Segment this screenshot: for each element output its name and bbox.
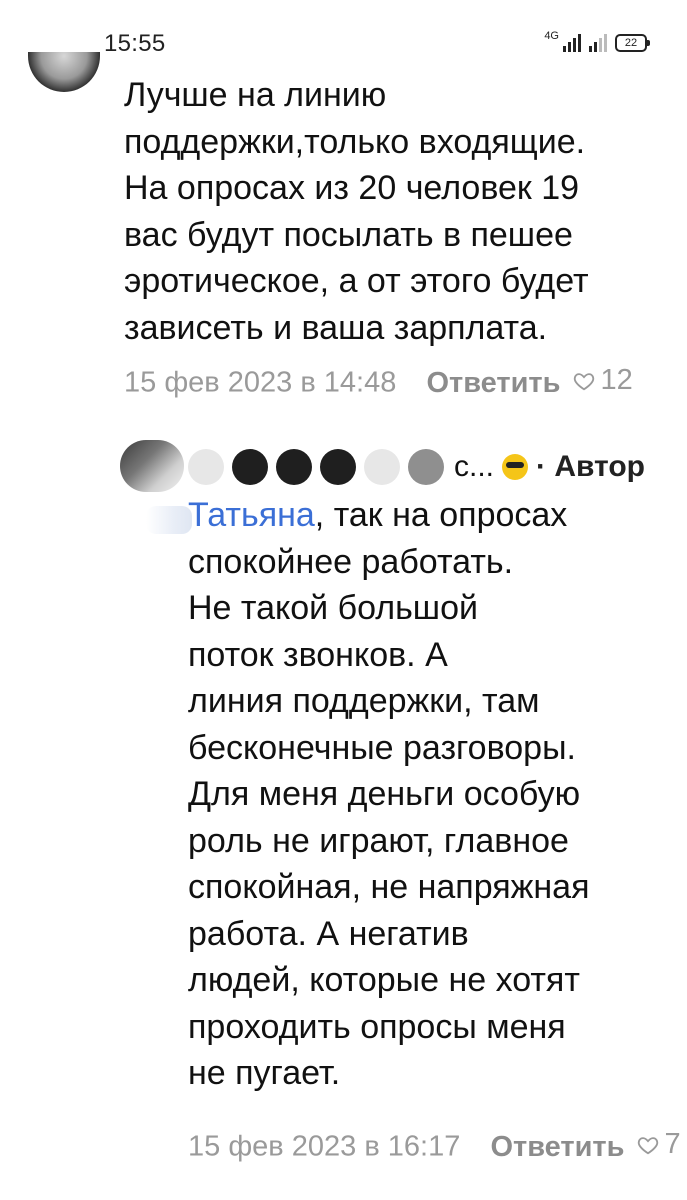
- comment-meta: 15 фев 2023 в 14:48 Ответить 12: [124, 364, 633, 400]
- battery-icon: 22: [615, 34, 650, 52]
- redacted-name-mark: [276, 449, 312, 485]
- comment-date: 15 фев 2023 в 14:48: [124, 366, 397, 399]
- comment-text: Лучше на линию поддержки,только входящие…: [124, 76, 589, 347]
- heart-icon: [637, 1136, 658, 1154]
- sunglasses-emoji-icon: [502, 454, 529, 480]
- redacted-name-mark: [232, 449, 268, 485]
- comment-date: 15 фев 2023 в 16:17: [188, 1130, 461, 1163]
- redacted-name-mark: [408, 449, 444, 485]
- redacted-name-mark: [320, 449, 356, 485]
- mention-link[interactable]: Татьяна: [188, 496, 315, 534]
- author-row: с... · Автор: [188, 442, 645, 492]
- avatar[interactable]: [28, 52, 100, 92]
- status-time: 15:55: [104, 30, 166, 57]
- status-icons: 4G 22: [544, 30, 650, 52]
- avatar[interactable]: [120, 440, 184, 492]
- redacted-name-mark: [364, 449, 400, 485]
- signal-icon-secondary: [589, 34, 607, 52]
- reply-button[interactable]: Ответить: [426, 367, 560, 399]
- like-count: 12: [600, 364, 633, 396]
- redacted-name-mark: [188, 449, 224, 485]
- author-name[interactable]: с...: [454, 450, 494, 484]
- redacted-mark: [146, 506, 192, 534]
- like-count: 7: [664, 1128, 681, 1160]
- comment-text-body: спокойнее работать. Не такой большой пот…: [188, 542, 590, 1093]
- author-badge: · Автор: [536, 450, 645, 483]
- comment-meta: 15 фев 2023 в 16:17 Ответить 7: [188, 1128, 681, 1164]
- status-bar: 15:55 4G 22: [0, 0, 687, 74]
- reply-button[interactable]: Ответить: [490, 1131, 624, 1163]
- reply-to-indicator: [146, 498, 192, 542]
- network-type-label: 4G: [544, 30, 559, 42]
- like-button[interactable]: 12: [573, 364, 633, 397]
- heart-icon: [573, 372, 594, 390]
- comment-text-first-line: , так на опросах: [314, 496, 568, 534]
- signal-icon: [563, 34, 581, 52]
- like-button[interactable]: 7: [637, 1128, 681, 1161]
- comment-text: Татьяна, так на опросах спокойнее работа…: [188, 492, 668, 1097]
